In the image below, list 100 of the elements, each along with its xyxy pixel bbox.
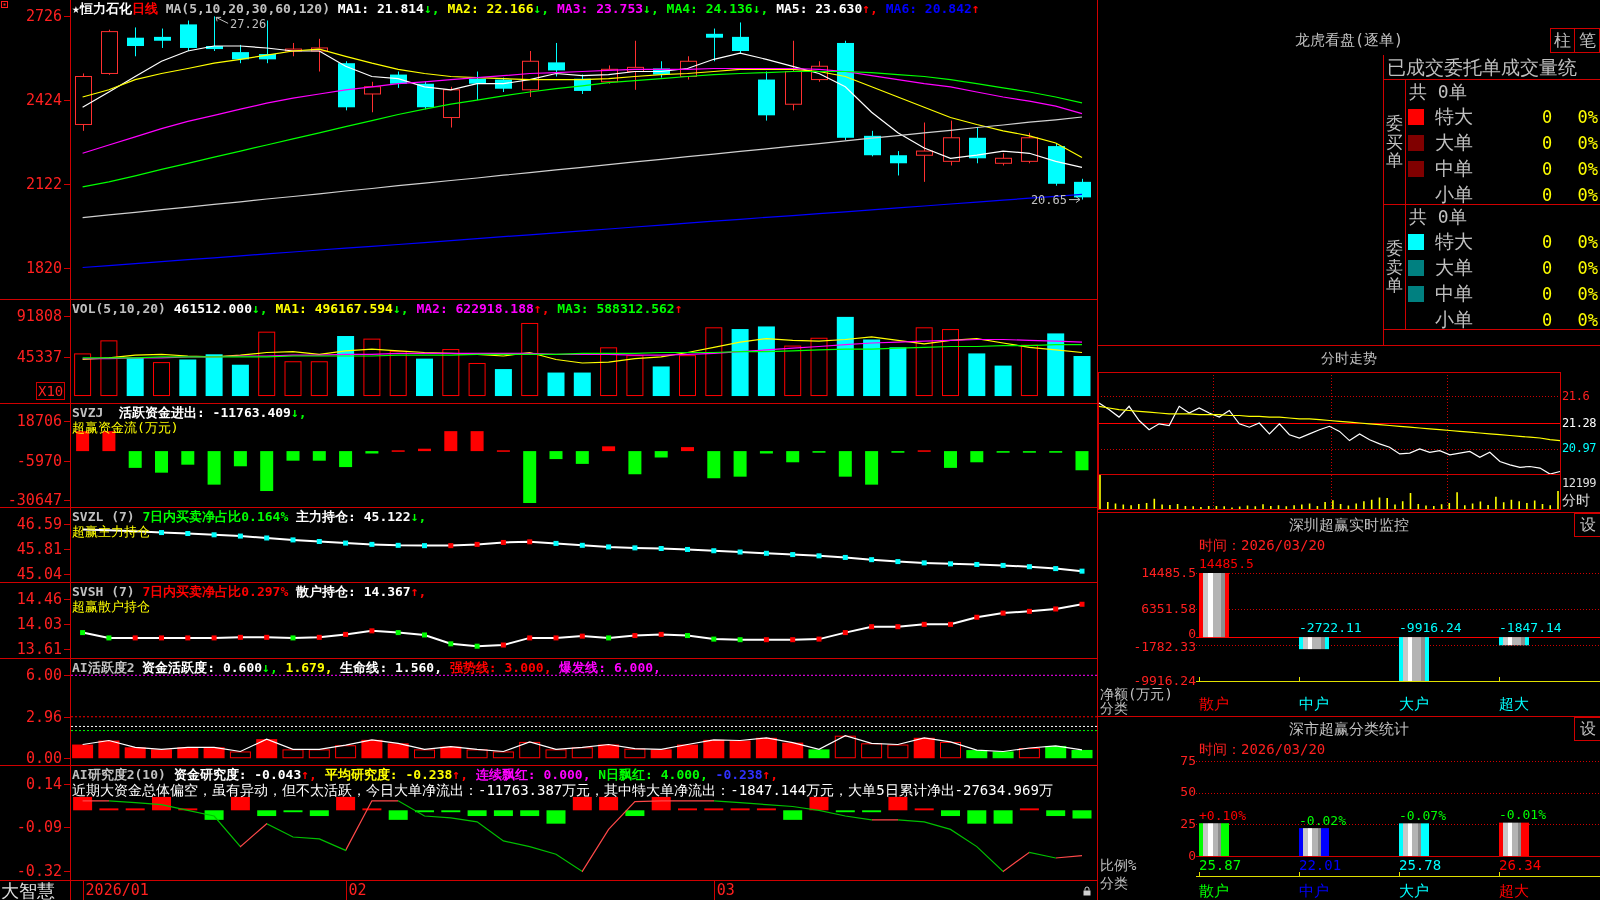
data-label: -2722.11 xyxy=(1299,620,1362,636)
indicator-bar xyxy=(545,749,567,759)
candlestick xyxy=(758,71,775,122)
table-title: 已成交委托单成交量统 xyxy=(1387,56,1577,78)
indicator-bar xyxy=(705,327,723,397)
indicator-bar xyxy=(679,355,696,397)
fund-flow-bar xyxy=(838,451,852,477)
candlestick xyxy=(522,50,539,98)
fund-flow-bar xyxy=(733,451,747,477)
indicator-bar xyxy=(519,741,541,759)
indicator-bar xyxy=(258,331,276,397)
data-point-marker xyxy=(290,537,296,543)
axis-tick-label: -1782.33 xyxy=(1133,639,1196,655)
data-point-marker xyxy=(185,531,191,536)
candlestick xyxy=(811,60,828,83)
net-amount-bar xyxy=(1199,573,1229,638)
indicator-bar xyxy=(229,751,251,759)
candlestick xyxy=(653,60,670,79)
data-point-marker xyxy=(1026,608,1032,614)
indicator-bar xyxy=(704,808,724,811)
fund-flow-bar xyxy=(418,448,431,452)
data-point-marker xyxy=(1000,562,1006,568)
indicator-bar xyxy=(624,748,646,759)
indicator-bar xyxy=(466,749,488,759)
fund-flow-bar xyxy=(1075,451,1089,471)
data-point-marker xyxy=(237,634,243,640)
axis-tick-label: 14.46 xyxy=(16,589,62,608)
data-point-marker xyxy=(474,541,480,547)
axis-tick-label: 13.61 xyxy=(16,640,62,659)
indicator-bar xyxy=(416,358,433,397)
fund-flow-bar xyxy=(970,451,984,463)
indicator-bar xyxy=(256,739,278,759)
group-label: 委卖单 xyxy=(1386,238,1403,296)
data-point-marker xyxy=(80,630,86,636)
order-size-label: 中单 xyxy=(1435,281,1474,306)
data-point-marker xyxy=(685,633,690,639)
indicator-bar xyxy=(337,336,355,397)
candlestick xyxy=(627,40,644,91)
order-size-label: 小单 xyxy=(1435,182,1474,207)
settings-button[interactable]: 设 xyxy=(1574,717,1600,741)
data-point-marker xyxy=(527,539,533,545)
data-point-marker xyxy=(816,553,822,559)
indicator-bar xyxy=(1071,749,1093,759)
data-point-marker xyxy=(842,630,848,636)
candlestick xyxy=(154,28,171,49)
data-point-marker xyxy=(790,552,796,558)
axis-tick-label: 14485.5 xyxy=(1141,564,1196,580)
order-count: 0 xyxy=(1541,185,1554,205)
view-mode-button[interactable]: 笔 xyxy=(1575,28,1600,53)
data-point-marker xyxy=(264,535,270,541)
settings-button[interactable]: 设 xyxy=(1574,513,1600,537)
data-label: -9916.24 xyxy=(1399,620,1462,636)
axis-tick-label: 14.03 xyxy=(16,615,62,634)
change-label: +0.10% xyxy=(1199,807,1246,823)
indicator-bar xyxy=(678,808,697,811)
fund-flow-bar xyxy=(155,451,168,473)
candlestick xyxy=(127,26,144,57)
data-point-marker xyxy=(658,546,664,551)
view-mode-button[interactable]: 柱 xyxy=(1550,28,1575,53)
chart-subtitle: 时间：2026/03/20 xyxy=(1199,537,1326,555)
indicator-bar xyxy=(282,749,304,759)
data-point-marker xyxy=(264,634,270,640)
axis-tick-label: -9916.24 xyxy=(1133,672,1196,688)
data-point-marker xyxy=(106,635,112,641)
data-label: 25.78 xyxy=(1399,857,1442,873)
fund-flow-bar xyxy=(759,451,773,454)
fund-flow-bar xyxy=(181,451,195,465)
indicator-bar xyxy=(310,361,328,397)
data-point-marker xyxy=(395,542,401,548)
axis-tick-label: 21.6 xyxy=(1562,388,1590,403)
multiplier-label: X10 xyxy=(36,382,66,400)
data-point-marker xyxy=(1079,601,1085,607)
data-point-marker xyxy=(422,543,427,549)
indicator-header: VOL(5,10,20) 461512.000↓, MA1: 496167.594↓, MA2: 622918.188↑, MA3: 588312.562↑ xyxy=(72,301,683,316)
indicator-bar xyxy=(783,810,803,820)
order-count: 0 xyxy=(1541,107,1554,127)
data-point-marker xyxy=(737,637,743,643)
data-point-marker xyxy=(579,633,585,639)
indicator-bar xyxy=(547,372,565,397)
data-point-marker xyxy=(895,559,901,565)
indicator-bar xyxy=(179,359,197,397)
candlestick xyxy=(469,71,486,101)
candlestick xyxy=(706,28,723,62)
order-percent: 0% xyxy=(1576,310,1599,330)
data-point-marker xyxy=(632,545,638,551)
fund-flow-bar xyxy=(444,431,458,452)
indicator-header: ★恒力石化日线 MA(5,10,20,30,60,120) MA1: 21.814↓, MA2: 22.166↓, MA3: 23.753↓, MA4: 24.136↓, MA5: 23.630↑, MA6: 20.842↑ xyxy=(72,1,980,16)
indicator-bar xyxy=(283,810,303,813)
lock-icon[interactable] xyxy=(1083,886,1091,896)
order-percent: 0% xyxy=(1576,258,1599,278)
data-point-marker xyxy=(474,643,480,649)
data-point-marker xyxy=(632,633,638,639)
category-label: 散户 xyxy=(1199,881,1229,900)
data-point-marker xyxy=(369,541,375,547)
order-size-label: 特大 xyxy=(1435,229,1474,254)
data-point-marker xyxy=(448,641,454,647)
chart-title: 分时走势 xyxy=(1321,350,1377,368)
indicator-bar xyxy=(1072,810,1092,819)
data-point-marker xyxy=(763,550,769,556)
axis-tick-label: 2122 xyxy=(25,174,62,193)
